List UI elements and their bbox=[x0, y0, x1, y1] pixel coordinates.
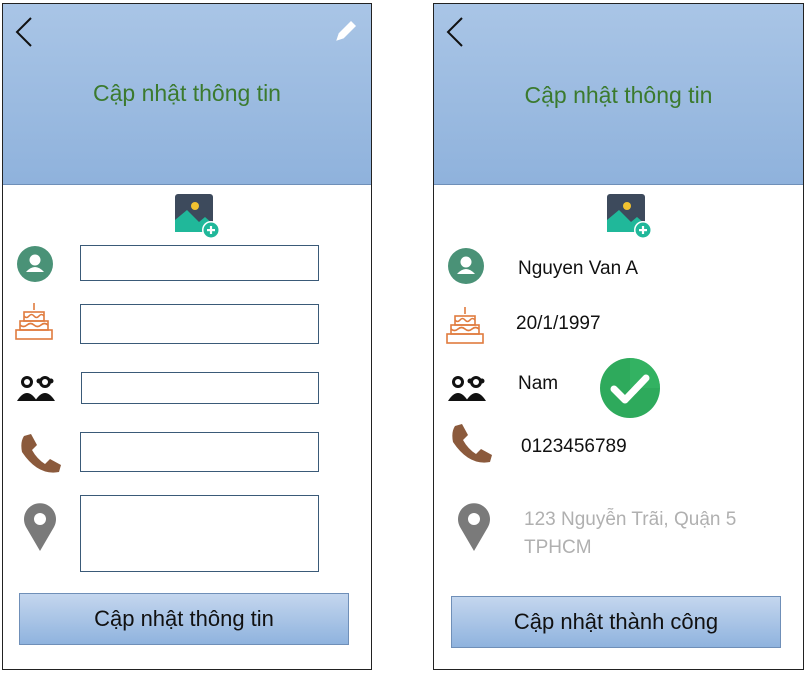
birthday-cake-icon bbox=[15, 303, 53, 340]
update-success-screen: Cập nhật thông tin Nguyen Van A 20/1/199… bbox=[433, 3, 804, 670]
page-title: Cập nhật thông tin bbox=[93, 80, 281, 106]
add-photo-icon[interactable] bbox=[173, 192, 221, 240]
gender-icon bbox=[17, 376, 55, 401]
success-check-icon bbox=[600, 358, 660, 418]
phone-value: 0123456789 bbox=[521, 436, 627, 457]
back-icon[interactable] bbox=[444, 16, 466, 48]
phone-icon bbox=[21, 434, 61, 473]
location-pin-icon bbox=[458, 503, 490, 551]
phone-input[interactable] bbox=[80, 432, 319, 472]
name-input[interactable] bbox=[80, 245, 319, 281]
birthday-value: 20/1/1997 bbox=[516, 313, 601, 334]
header-bar: Cập nhật thông tin bbox=[434, 4, 803, 185]
add-photo-icon[interactable] bbox=[605, 192, 653, 240]
user-icon bbox=[448, 248, 484, 284]
edit-icon[interactable] bbox=[333, 18, 359, 44]
back-icon[interactable] bbox=[13, 16, 35, 48]
gender-input[interactable] bbox=[81, 372, 319, 404]
location-pin-icon bbox=[23, 503, 57, 551]
user-icon bbox=[17, 246, 53, 282]
birthday-input[interactable] bbox=[80, 304, 319, 344]
gender-value: Nam bbox=[518, 373, 559, 394]
header-bar: Cập nhật thông tin bbox=[3, 4, 371, 185]
page-title: Cập nhật thông tin bbox=[524, 82, 713, 108]
birthday-cake-icon bbox=[446, 307, 484, 344]
phone-icon bbox=[452, 424, 492, 463]
gender-icon bbox=[448, 376, 486, 401]
update-success-button[interactable]: Cập nhật thành công bbox=[451, 596, 781, 648]
edit-profile-screen: Cập nhật thông tin Cập nhật thông tin bbox=[2, 3, 372, 670]
update-info-button[interactable]: Cập nhật thông tin bbox=[19, 593, 349, 645]
address-value: 123 Nguyễn Trãi, Quận 5 TPHCM bbox=[524, 509, 737, 558]
address-input[interactable] bbox=[80, 495, 319, 572]
name-value: Nguyen Van A bbox=[518, 258, 639, 279]
